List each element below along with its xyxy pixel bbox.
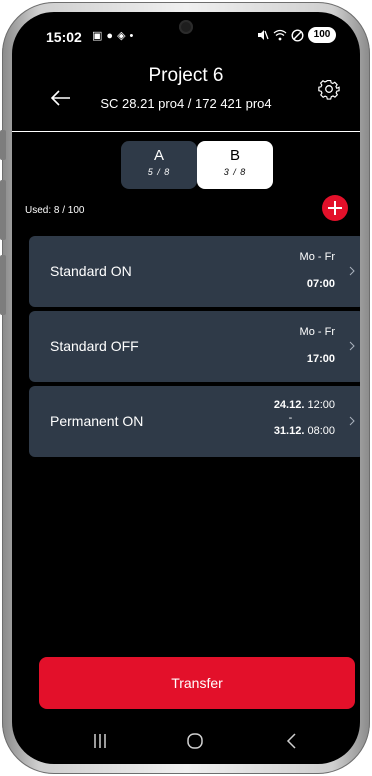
status-notification-icons: ▣ ● ◈ • xyxy=(92,29,133,43)
program-card-standard-off[interactable]: Standard OFF Mo - Fr 17:00 xyxy=(29,311,360,382)
program-name: Standard OFF xyxy=(50,338,139,354)
program-name: Standard ON xyxy=(50,263,132,279)
chevron-right-icon xyxy=(349,416,355,426)
program-card-permanent-on[interactable]: Permanent ON 24.12. 12:00 - 31.12. 08:00 xyxy=(29,386,360,457)
transfer-button[interactable]: Transfer xyxy=(39,657,355,709)
screenshot-icon: ▣ xyxy=(92,30,103,42)
battery-indicator: 100 xyxy=(308,27,336,43)
back-nav-icon[interactable] xyxy=(277,728,307,754)
status-system-icons: 100 xyxy=(257,27,336,43)
app-icon: ● xyxy=(106,30,114,42)
app-screen: 15:02 ▣ ● ◈ • 100 Project 6 SC 28.21 pro… xyxy=(12,12,360,764)
side-button xyxy=(0,255,6,315)
status-bar: 15:02 ▣ ● ◈ • 100 xyxy=(12,12,360,52)
header-divider xyxy=(12,131,360,132)
program-start: 24.12. 12:00 xyxy=(274,399,335,412)
tab-b[interactable]: B 3 / 8 xyxy=(197,141,273,189)
side-button xyxy=(0,130,6,160)
dot-icon: • xyxy=(129,30,134,42)
program-time: 07:00 xyxy=(306,278,335,290)
dnd-icon xyxy=(291,28,304,42)
camera-cutout xyxy=(179,20,193,34)
program-schedule: 24.12. 12:00 - 31.12. 08:00 xyxy=(274,399,335,438)
program-end-date: 31.12. xyxy=(273,425,305,437)
wifi-icon xyxy=(273,29,287,41)
side-button xyxy=(0,180,6,240)
phone-screenshot: 15:02 ▣ ● ◈ • 100 Project 6 SC 28.21 pro… xyxy=(0,0,372,776)
chevron-right-icon xyxy=(349,341,355,351)
program-schedule: Mo - Fr 17:00 xyxy=(300,326,335,365)
tab-a-label: A xyxy=(153,147,164,164)
program-days: Mo - Fr xyxy=(299,251,335,263)
page-title: Project 6 xyxy=(148,65,224,86)
program-end-time: 08:00 xyxy=(307,425,335,437)
chevron-right-icon xyxy=(349,266,355,276)
used-counter: Used: 8 / 100 xyxy=(25,205,85,216)
tab-b-count: 3 / 8 xyxy=(223,167,247,177)
program-start-date: 24.12. xyxy=(273,399,305,411)
system-nav-bar xyxy=(12,728,360,754)
program-card-standard-on[interactable]: Standard ON Mo - Fr 07:00 xyxy=(29,236,360,307)
program-start-time: 12:00 xyxy=(307,399,335,411)
program-range-separator: - xyxy=(288,412,293,424)
program-days: Mo - Fr xyxy=(299,326,335,338)
page-subtitle: SC 28.21 pro4 / 172 421 pro4 xyxy=(100,96,272,111)
tab-b-label: B xyxy=(229,147,240,164)
add-program-button[interactable] xyxy=(322,195,348,221)
mute-icon xyxy=(258,30,269,40)
location-icon: ◈ xyxy=(117,30,126,42)
status-time: 15:02 xyxy=(46,29,82,45)
program-time: 17:00 xyxy=(306,353,335,365)
gear-icon[interactable] xyxy=(318,78,340,100)
tab-a-count: 5 / 8 xyxy=(147,167,171,177)
program-schedule: Mo - Fr 07:00 xyxy=(300,251,335,290)
tab-a[interactable]: A 5 / 8 xyxy=(121,141,197,189)
recent-apps-icon[interactable] xyxy=(85,728,115,754)
program-name: Permanent ON xyxy=(50,413,144,429)
home-icon[interactable] xyxy=(180,728,210,754)
